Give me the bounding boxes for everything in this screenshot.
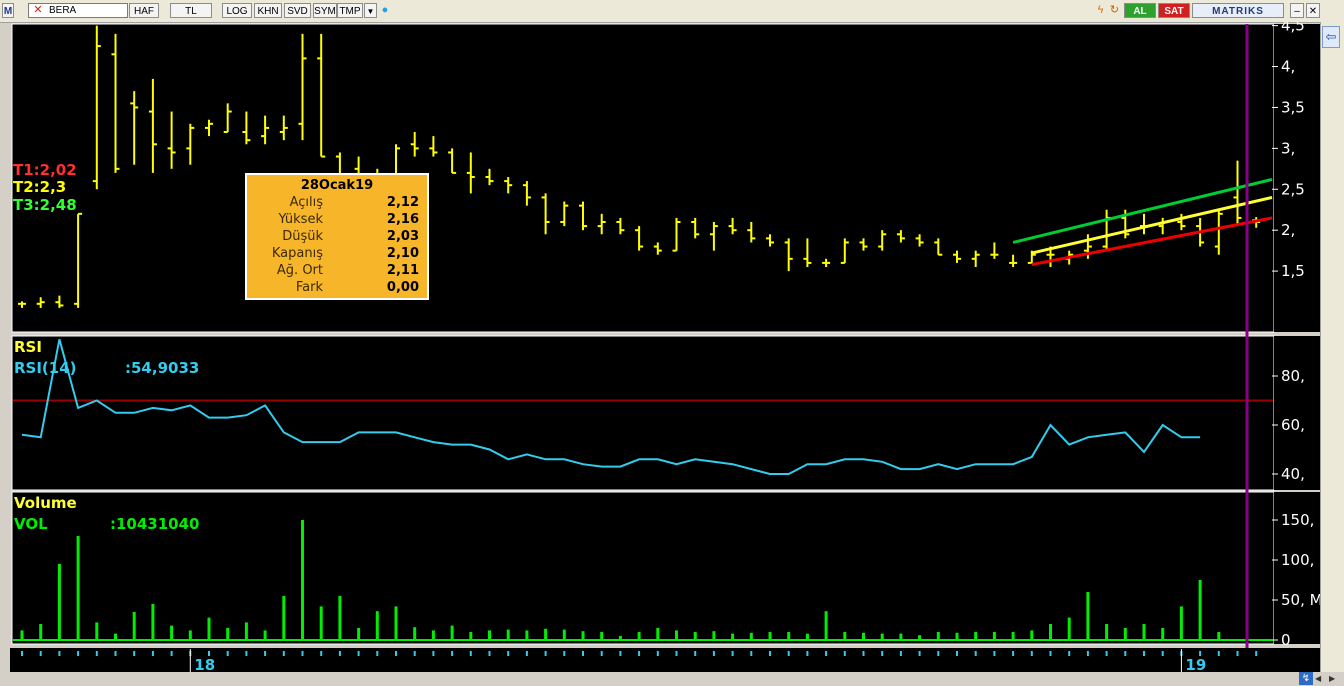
chart-area[interactable]: 4,5 4, 3,5 3, 2,5 2, 1,5 80, 60, 40, 150, M 100, M 5…	[10, 22, 1320, 672]
symbol-logo-icon: ✕	[33, 4, 43, 16]
info-row-open: Açılış 2,12	[289, 195, 419, 210]
price-tick-label-3: 3,	[1281, 139, 1295, 157]
toolbar-button-khn[interactable]: KHN	[254, 3, 282, 18]
price-tick-label-4: 2,5	[1281, 180, 1305, 198]
arrow-left-icon[interactable]: ⇦	[1322, 26, 1340, 48]
price-tick-label-2: 3,5	[1281, 98, 1305, 116]
t2-label: T2:2,3	[13, 178, 66, 196]
rsi-tick-label-2: 40,	[1281, 465, 1305, 483]
toolbar-button-tmp[interactable]: TMP	[337, 3, 363, 18]
rsi-title: RSI	[14, 338, 42, 356]
toolbar-button-tl[interactable]: TL	[170, 3, 212, 18]
t3-label: T3:2,48	[13, 196, 77, 214]
t1-label: T1:2,02	[13, 161, 77, 179]
rsi-tick-label-1: 60,	[1281, 416, 1305, 434]
info-row-average: Ağ. Ort 2,11	[276, 263, 419, 278]
volume-tick-label-2: 50, M	[1281, 591, 1320, 609]
scroll-left-icon[interactable]: ◀	[1315, 672, 1327, 685]
price-tick-label-6: 1,5	[1281, 262, 1305, 280]
rsi-series-label: RSI(14)	[14, 359, 77, 377]
rsi-current-value: :54,9033	[125, 359, 199, 377]
volume-panel	[11, 491, 1275, 645]
menu-m-button[interactable]: M	[2, 3, 14, 18]
time-label-0: 18	[194, 656, 215, 672]
volume-current-value: :10431040	[110, 515, 200, 533]
toolbar-button-log[interactable]: LOG	[222, 3, 252, 18]
volume-series-label: VOL	[14, 515, 48, 533]
ohlc-info-box: 28Ocak19 Açılış 2,12 Yüksek 2,16 Düşük 2,03…	[245, 173, 429, 300]
scroll-right-icon[interactable]: ▶	[1329, 672, 1341, 685]
time-label-1: 19	[1185, 656, 1206, 672]
symbol-value: BERA	[49, 5, 77, 16]
close-icon[interactable]: ✕	[1306, 3, 1320, 18]
buy-button[interactable]: AL	[1124, 3, 1156, 18]
lightning-icon[interactable]: ϟ	[1094, 3, 1107, 18]
toolbar: M BERA ✕ HAF TL LOG KHN SVD SYM TMP ▼ ● …	[0, 0, 1344, 23]
brand-logo: MATRIKS	[1192, 3, 1284, 18]
rsi-tick-label-0: 80,	[1281, 367, 1305, 385]
info-row-low: Düşük 2,03	[282, 229, 419, 244]
price-panel	[11, 23, 1275, 333]
price-tick-label-5: 2,	[1281, 221, 1295, 239]
info-row-change: Fark 0,00	[295, 280, 419, 295]
bottom-bar: ↯ ◀ ▶	[0, 672, 1344, 686]
volume-tick-label-3: 0	[1281, 631, 1291, 649]
refresh-icon[interactable]: ↻	[1108, 3, 1121, 18]
minimize-icon[interactable]: –	[1290, 3, 1304, 18]
volume-title: Volume	[14, 494, 77, 512]
sell-button[interactable]: SAT	[1158, 3, 1190, 18]
volume-tick-label-0: 150, M	[1281, 511, 1320, 529]
right-scroll-strip[interactable]	[1320, 22, 1344, 672]
chevron-down-icon[interactable]: ▼	[364, 3, 377, 18]
info-row-high: Yüksek 2,16	[278, 212, 419, 227]
toolbar-button-svd[interactable]: SVD	[284, 3, 311, 18]
price-tick-label-0: 4,5	[1281, 22, 1305, 35]
settings-icon[interactable]: ↯	[1299, 672, 1313, 685]
twitter-icon[interactable]: ●	[378, 3, 392, 18]
info-row-close: Kapanış 2,10	[271, 246, 419, 261]
volume-tick-label-1: 100, M	[1281, 551, 1320, 569]
toolbar-button-haf[interactable]: HAF	[129, 3, 159, 18]
price-tick-label-1: 4,	[1281, 58, 1295, 76]
toolbar-button-sym[interactable]: SYM	[313, 3, 337, 18]
info-date: 28Ocak19	[300, 178, 374, 193]
